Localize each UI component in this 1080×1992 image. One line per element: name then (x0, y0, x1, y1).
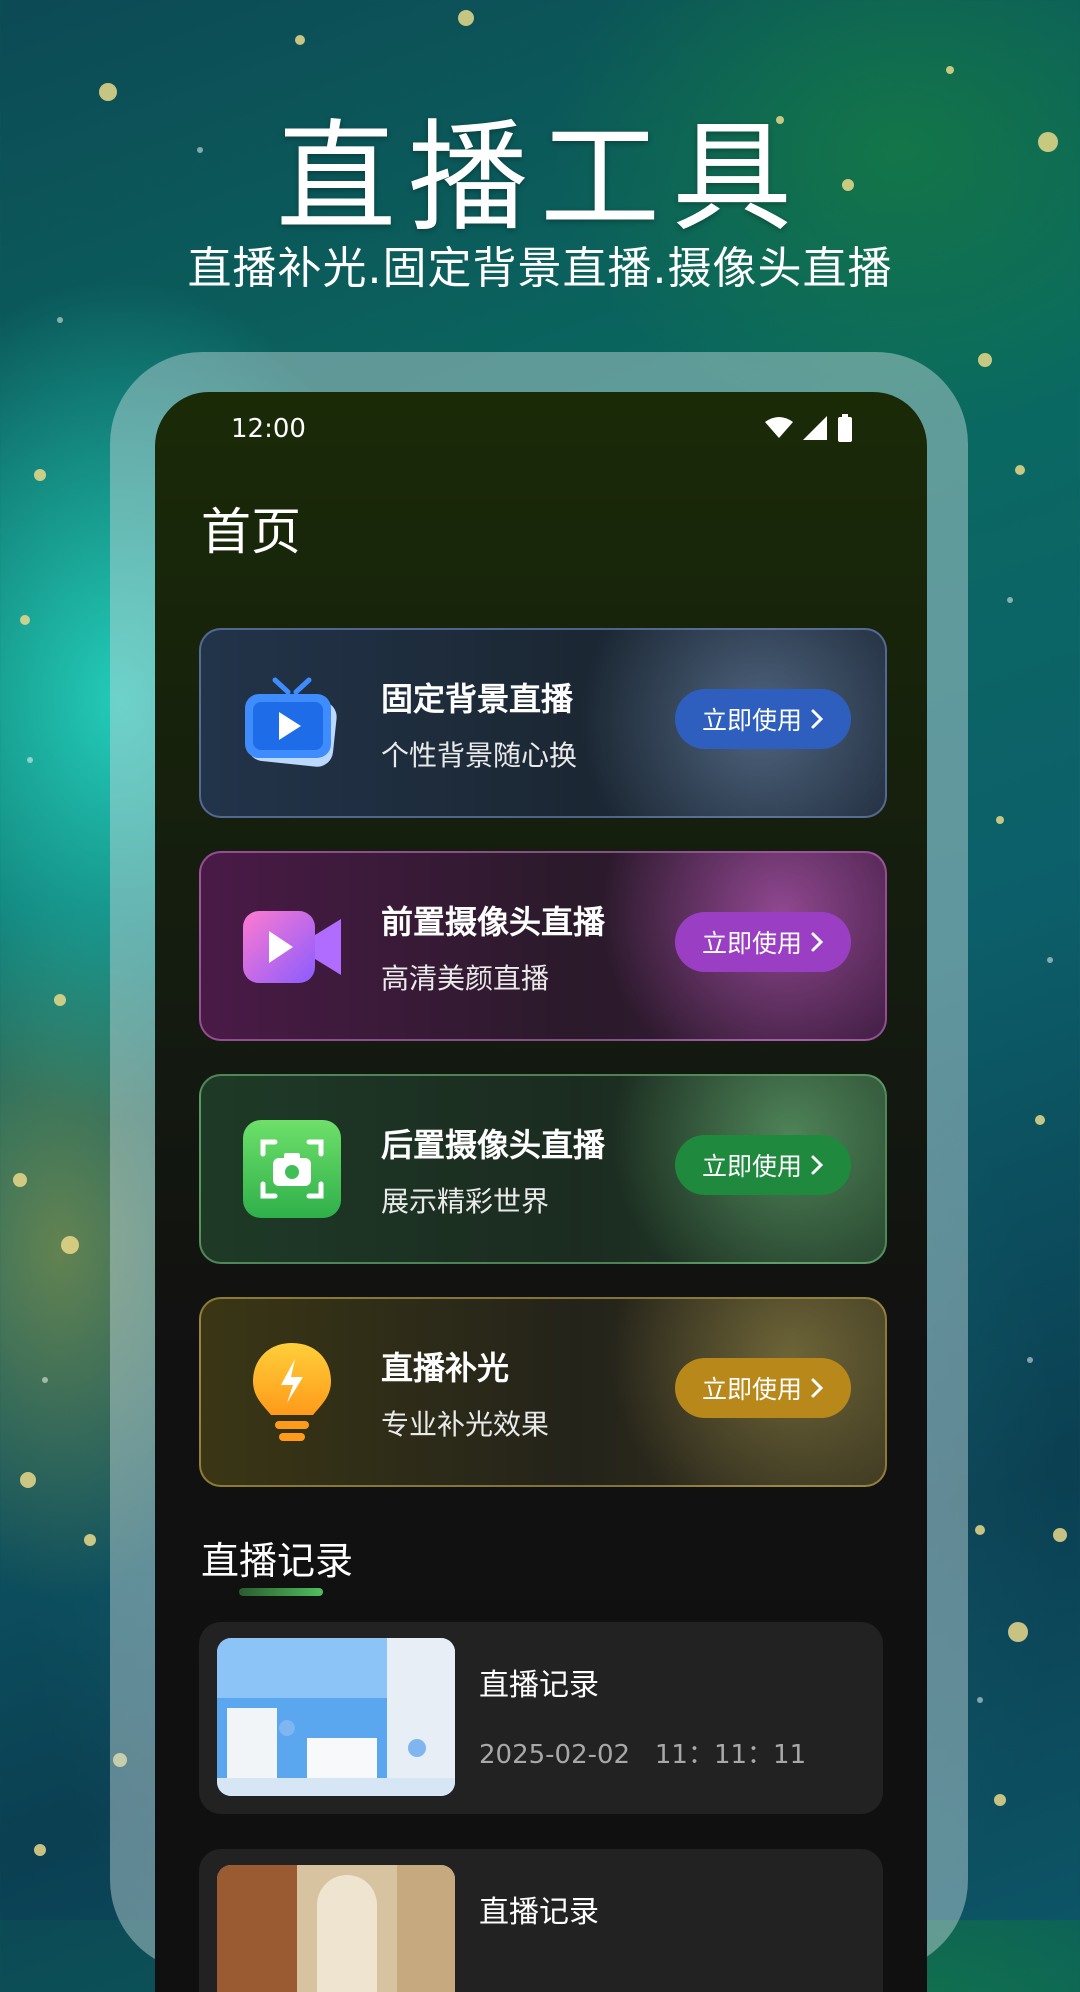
promo-subtitle: 直播补光.固定背景直播.摄像头直播 (187, 243, 893, 294)
battery-icon (838, 414, 852, 442)
use-now-label: 立即使用 (701, 1375, 802, 1404)
feature-title: 前置摄像头直播 (381, 903, 606, 941)
feature-card-fill-light[interactable]: 直播补光 专业补光效果 立即使用 (199, 1297, 887, 1487)
feature-title: 直播补光 (381, 1349, 510, 1387)
record-title: 直播记录 (479, 1668, 599, 1703)
record-time: 2025-02-02 11：11：11 (479, 1740, 807, 1770)
wifi-icon (765, 417, 793, 438)
chevron-right-icon (811, 932, 824, 952)
use-now-button[interactable]: 立即使用 (675, 1358, 851, 1418)
feature-subtitle: 高清美颜直播 (381, 962, 550, 995)
camera-scan-icon (243, 1120, 341, 1218)
feature-title: 后置摄像头直播 (381, 1126, 606, 1164)
use-now-label: 立即使用 (701, 929, 802, 958)
use-now-button[interactable]: 立即使用 (675, 912, 851, 972)
feature-card-fixed-background[interactable]: 固定背景直播 个性背景随心换 立即使用 (199, 628, 887, 818)
chevron-right-icon (811, 709, 824, 729)
app-screen: 12:00 首页 固定背景直播 个性背景随心换 立即使用 前置摄像头直播 高清美… (155, 392, 927, 1992)
record-item[interactable]: 直播记录 2025-02-02 11：11：11 (199, 1622, 883, 1814)
page-title: 首页 (201, 503, 301, 561)
lightbulb-icon (253, 1343, 331, 1441)
feature-subtitle: 展示精彩世界 (381, 1185, 550, 1218)
video-camera-icon (243, 911, 341, 983)
status-icons (765, 414, 853, 442)
record-thumbnail (217, 1638, 455, 1796)
chevron-right-icon (811, 1378, 824, 1398)
promo-title: 直播工具 (276, 109, 804, 248)
chevron-right-icon (811, 1155, 824, 1175)
record-item[interactable]: 直播记录 (199, 1849, 883, 1992)
records-section-title: 直播记录 (201, 1539, 354, 1583)
feature-subtitle: 专业补光效果 (381, 1408, 550, 1441)
feature-title: 固定背景直播 (381, 680, 574, 718)
status-time: 12:00 (231, 414, 306, 444)
feature-card-rear-camera[interactable]: 后置摄像头直播 展示精彩世界 立即使用 (199, 1074, 887, 1264)
record-title: 直播记录 (479, 1895, 599, 1930)
tv-play-icon (245, 677, 337, 767)
feature-subtitle: 个性背景随心换 (381, 739, 578, 772)
use-now-button[interactable]: 立即使用 (675, 1135, 851, 1195)
use-now-label: 立即使用 (701, 706, 802, 735)
use-now-button[interactable]: 立即使用 (675, 689, 851, 749)
record-thumbnail (217, 1865, 455, 1992)
feature-card-front-camera[interactable]: 前置摄像头直播 高清美颜直播 立即使用 (199, 851, 887, 1041)
signal-icon (803, 416, 827, 440)
use-now-label: 立即使用 (701, 1152, 802, 1181)
section-underline (239, 1588, 323, 1596)
